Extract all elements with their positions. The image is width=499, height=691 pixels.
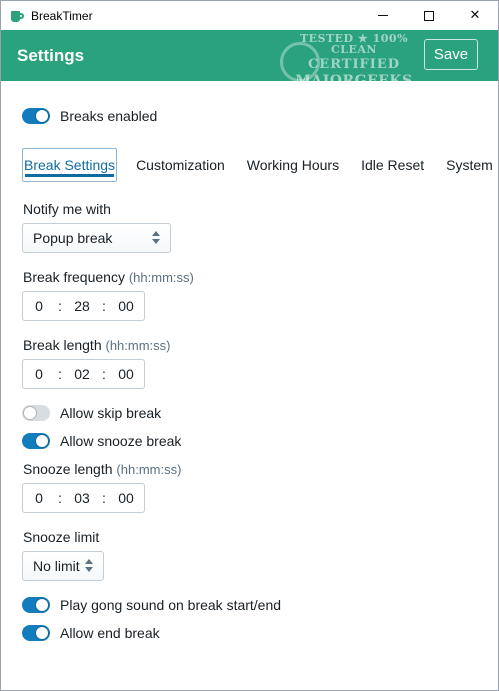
page-title: Settings (17, 45, 85, 65)
snooze-length-label-text: Snooze length (23, 461, 113, 477)
colon-separator: : (58, 490, 62, 506)
colon-separator: : (102, 366, 106, 382)
window-title: BreakTimer (31, 8, 93, 23)
minutes-field[interactable]: 03 (65, 490, 99, 506)
seconds-field[interactable]: 00 (109, 366, 143, 382)
break-frequency-label-text: Break frequency (23, 269, 125, 285)
colon-separator: : (102, 490, 106, 506)
snooze-length-label: Snooze length (hh:mm:ss) (23, 461, 181, 477)
colon-separator: : (102, 298, 106, 314)
window-controls: ✕ (360, 1, 498, 30)
allow-snooze-label: Allow snooze break (60, 433, 182, 449)
snooze-limit-label: Snooze limit (23, 529, 100, 545)
gong-label: Play gong sound on break start/end (60, 597, 282, 613)
notify-select-value: Popup break (33, 230, 113, 246)
breaks-enabled-toggle[interactable]: Breaks enabled (22, 106, 157, 126)
break-length-label-text: Break length (23, 337, 102, 353)
close-icon: ✕ (469, 8, 481, 23)
tab-idle-reset[interactable]: Idle Reset (360, 148, 425, 182)
snooze-length-input[interactable]: 0 : 03 : 00 (22, 483, 145, 513)
seconds-field[interactable]: 00 (109, 490, 143, 506)
tab-system[interactable]: System (445, 148, 494, 182)
seconds-field[interactable]: 00 (109, 298, 143, 314)
select-arrows-icon (152, 231, 161, 245)
maximize-icon (424, 10, 434, 21)
hours-field[interactable]: 0 (23, 366, 55, 382)
save-button[interactable]: Save (424, 39, 478, 70)
allow-end-label: Allow end break (60, 625, 160, 641)
gong-toggle[interactable]: Play gong sound on break start/end (22, 595, 281, 615)
hours-field[interactable]: 0 (23, 490, 55, 506)
notify-select[interactable]: Popup break (22, 223, 171, 253)
settings-tabs: Break Settings Customization Working Hou… (22, 148, 499, 182)
app-window: BreakTimer ✕ Settings TESTED ★ 100% CLEA… (0, 0, 499, 691)
minimize-button[interactable] (360, 1, 406, 30)
breaks-enabled-switch[interactable] (22, 108, 50, 124)
break-frequency-hint: (hh:mm:ss) (128, 270, 194, 285)
minutes-field[interactable]: 28 (65, 298, 99, 314)
snooze-length-hint: (hh:mm:ss) (116, 462, 182, 477)
close-button[interactable]: ✕ (452, 1, 498, 30)
break-length-hint: (hh:mm:ss) (105, 338, 171, 353)
select-arrows-icon (85, 559, 94, 573)
break-frequency-label: Break frequency (hh:mm:ss) (23, 269, 194, 285)
allow-end-toggle[interactable]: Allow end break (22, 623, 160, 643)
allow-skip-label: Allow skip break (60, 405, 162, 421)
snooze-limit-select[interactable]: No limit (22, 551, 104, 581)
tab-working-hours[interactable]: Working Hours (246, 148, 340, 182)
allow-end-switch[interactable] (22, 625, 50, 641)
minutes-field[interactable]: 02 (65, 366, 99, 382)
notify-label: Notify me with (23, 201, 111, 217)
allow-snooze-toggle[interactable]: Allow snooze break (22, 431, 181, 451)
gong-switch[interactable] (22, 597, 50, 613)
breaks-enabled-label: Breaks enabled (60, 108, 158, 124)
allow-skip-switch[interactable] (22, 405, 50, 421)
snooze-limit-value: No limit (33, 558, 80, 574)
tab-customization[interactable]: Customization (135, 148, 226, 182)
colon-separator: : (58, 298, 62, 314)
break-length-input[interactable]: 0 : 02 : 00 (22, 359, 145, 389)
break-length-label: Break length (hh:mm:ss) (23, 337, 171, 353)
allow-snooze-switch[interactable] (22, 433, 50, 449)
tab-break-settings[interactable]: Break Settings (22, 148, 118, 182)
watermark-ring-icon (280, 42, 320, 82)
majorgeeks-watermark: TESTED ★ 100% CLEAN CERTIFIED MAJORGEEKS… (280, 32, 422, 109)
app-cup-icon (10, 9, 24, 23)
break-frequency-input[interactable]: 0 : 28 : 00 (22, 291, 145, 321)
allow-skip-toggle[interactable]: Allow skip break (22, 403, 161, 423)
watermark-line: ★★★★★ .COM (316, 89, 392, 98)
minimize-icon (378, 15, 388, 16)
hours-field[interactable]: 0 (23, 298, 55, 314)
maximize-button[interactable] (406, 1, 452, 30)
title-bar[interactable]: BreakTimer ✕ (1, 1, 498, 30)
settings-header: Settings TESTED ★ 100% CLEAN CERTIFIED M… (1, 30, 498, 97)
colon-separator: : (58, 366, 62, 382)
